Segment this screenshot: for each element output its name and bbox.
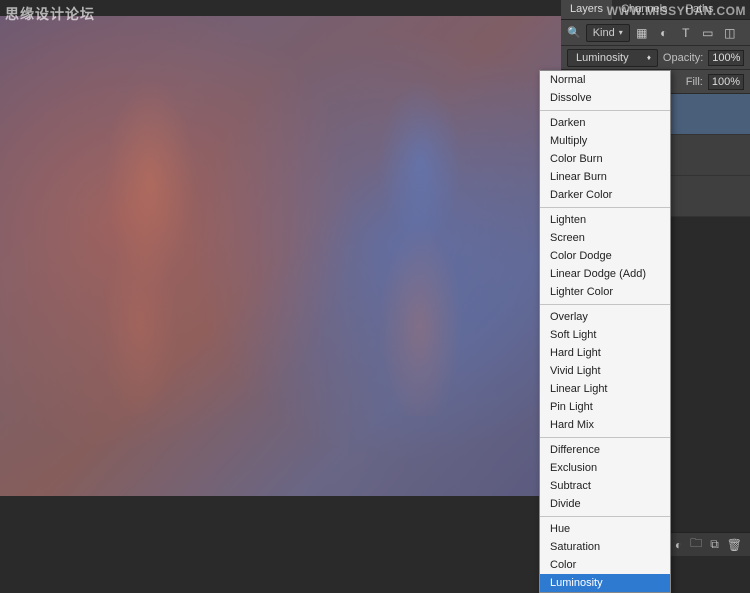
blend-option-exclusion[interactable]: Exclusion <box>540 459 670 477</box>
blend-option-color-burn[interactable]: Color Burn <box>540 150 670 168</box>
blend-option-lighten[interactable]: Lighten <box>540 211 670 229</box>
blend-option-darker-color[interactable]: Darker Color <box>540 186 670 204</box>
blend-option-darken[interactable]: Darken <box>540 114 670 132</box>
watermark-right: WWW.MISSYUAN.COM <box>607 4 746 18</box>
blend-option-subtract[interactable]: Subtract <box>540 477 670 495</box>
opacity-value[interactable]: 100% <box>708 50 744 66</box>
filter-kind-label: Kind <box>593 27 615 39</box>
blend-option-vivid-light[interactable]: Vivid Light <box>540 362 670 380</box>
blend-option-hard-light[interactable]: Hard Light <box>540 344 670 362</box>
blend-option-lighter-color[interactable]: Lighter Color <box>540 283 670 301</box>
blend-mode-row: Luminosity ♦ Opacity: 100% <box>561 46 750 70</box>
blend-option-difference[interactable]: Difference <box>540 441 670 459</box>
filter-kind-select[interactable]: Kind ▾ <box>586 24 630 42</box>
blend-option-linear-light[interactable]: Linear Light <box>540 380 670 398</box>
dropdown-separator <box>540 207 670 208</box>
filter-search-icon: 🔍 <box>567 26 581 39</box>
blend-mode-dropdown[interactable]: NormalDissolveDarkenMultiplyColor BurnLi… <box>539 70 671 593</box>
blend-option-normal[interactable]: Normal <box>540 71 670 89</box>
layers-panel-area: Layers Channels Paths 🔍 Kind ▾ ▦ ◐ T ▭ ◫… <box>561 0 750 556</box>
dropdown-separator <box>540 110 670 111</box>
blend-mode-value: Luminosity <box>576 52 629 64</box>
layer-filter-row: 🔍 Kind ▾ ▦ ◐ T ▭ ◫ <box>561 20 750 46</box>
dropdown-separator <box>540 516 670 517</box>
smart-filter-icon[interactable]: ◫ <box>723 26 737 40</box>
opacity-label: Opacity: <box>663 52 703 64</box>
dropdown-separator <box>540 304 670 305</box>
blend-option-dissolve[interactable]: Dissolve <box>540 89 670 107</box>
adjust-filter-icon[interactable]: ◐ <box>657 26 671 40</box>
blend-option-overlay[interactable]: Overlay <box>540 308 670 326</box>
new-layer-icon[interactable]: ⧉ <box>710 537 719 552</box>
blend-mode-select[interactable]: Luminosity ♦ <box>567 49 658 67</box>
blend-option-luminosity[interactable]: Luminosity <box>540 574 670 592</box>
watermark-left: 思缘设计论坛 <box>5 4 95 24</box>
fill-value[interactable]: 100% <box>708 74 744 90</box>
chevron-down-icon: ▾ <box>619 28 623 37</box>
type-filter-icon[interactable]: T <box>679 26 693 40</box>
fill-label: Fill: <box>686 76 703 88</box>
canvas[interactable] <box>0 16 561 496</box>
blend-option-multiply[interactable]: Multiply <box>540 132 670 150</box>
chevron-updown-icon: ♦ <box>647 53 651 62</box>
blend-option-color-dodge[interactable]: Color Dodge <box>540 247 670 265</box>
blend-option-linear-dodge-add-[interactable]: Linear Dodge (Add) <box>540 265 670 283</box>
dropdown-separator <box>540 437 670 438</box>
image-figure-right <box>320 56 520 416</box>
pixel-filter-icon[interactable]: ▦ <box>635 26 649 40</box>
blend-option-soft-light[interactable]: Soft Light <box>540 326 670 344</box>
blend-option-hue[interactable]: Hue <box>540 520 670 538</box>
filter-type-icons: ▦ ◐ T ▭ ◫ <box>635 26 737 40</box>
tab-layers[interactable]: Layers <box>561 0 612 19</box>
blend-option-linear-burn[interactable]: Linear Burn <box>540 168 670 186</box>
blend-option-pin-light[interactable]: Pin Light <box>540 398 670 416</box>
blend-option-screen[interactable]: Screen <box>540 229 670 247</box>
image-figure-left <box>40 56 240 416</box>
new-fill-adj-icon[interactable]: ◐ <box>675 538 682 552</box>
shape-filter-icon[interactable]: ▭ <box>701 26 715 40</box>
blend-option-divide[interactable]: Divide <box>540 495 670 513</box>
delete-layer-icon[interactable]: 🗑 <box>727 538 742 552</box>
blend-option-saturation[interactable]: Saturation <box>540 538 670 556</box>
blend-option-color[interactable]: Color <box>540 556 670 574</box>
new-group-icon[interactable]: 🗀 <box>690 534 702 555</box>
blend-option-hard-mix[interactable]: Hard Mix <box>540 416 670 434</box>
